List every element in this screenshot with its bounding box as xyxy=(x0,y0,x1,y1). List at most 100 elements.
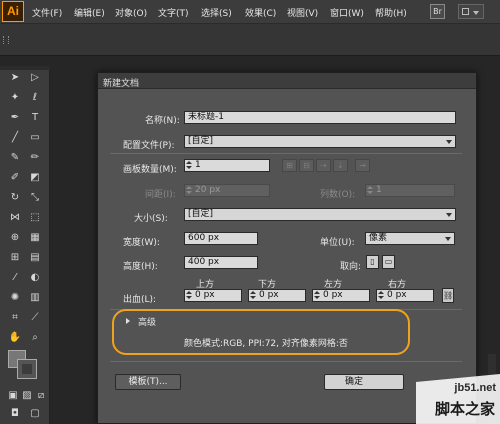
bleed-top-input[interactable]: 0 px xyxy=(184,289,242,302)
watermark-name: 脚本之家 xyxy=(434,400,495,418)
blend-tool-icon[interactable]: ◐ xyxy=(26,270,44,286)
tools-panel: ➤ ▷ ✦ ℓ ✒ T ╱ ▭ ✎ ✏ ✐ ◩ ↻ ⤡ ⋈ ⬚ ⊕ ▦ ⊞ ▤ … xyxy=(0,66,50,424)
column-graph-tool-icon[interactable]: ▥ xyxy=(26,290,44,306)
profile-select[interactable]: [自定] xyxy=(184,135,456,148)
height-label: 高度(H): xyxy=(123,262,158,272)
size-label: 大小(S): xyxy=(134,214,168,224)
mesh-tool-icon[interactable]: ⊞ xyxy=(6,250,24,266)
profile-label: 配置文件(P): xyxy=(123,141,175,151)
eyedropper-tool-icon[interactable]: ⁄ xyxy=(6,270,24,286)
line-tool-icon[interactable]: ╱ xyxy=(6,130,24,146)
bleed-left-input[interactable]: 0 px xyxy=(312,289,370,302)
columns-label: 列数(O): xyxy=(320,190,356,200)
rotate-tool-icon[interactable]: ↻ xyxy=(6,190,24,206)
magic-wand-tool-icon[interactable]: ✦ xyxy=(6,90,24,106)
menu-window[interactable]: 窗口(W) xyxy=(330,6,364,19)
bleed-bottom-value: 0 px xyxy=(259,290,279,300)
hand-tool-icon[interactable]: ✋ xyxy=(6,330,24,346)
width-input[interactable]: 600 px xyxy=(184,232,258,245)
link-chain-icon[interactable]: ⛓ xyxy=(442,288,454,303)
spacing-input: 20 px xyxy=(184,184,270,197)
bleed-left-value: 0 px xyxy=(323,290,343,300)
landscape-orientation-icon[interactable]: ▭ xyxy=(382,255,395,269)
menu-type[interactable]: 文字(T) xyxy=(158,6,189,19)
blob-brush-tool-icon[interactable]: ✐ xyxy=(6,170,24,186)
menu-file[interactable]: 文件(F) xyxy=(32,6,62,19)
height-input[interactable]: 400 px xyxy=(184,256,258,269)
stepper-icon[interactable] xyxy=(250,291,256,300)
menu-object[interactable]: 对象(O) xyxy=(115,6,147,19)
disclosure-triangle-icon[interactable] xyxy=(126,318,130,324)
symbol-sprayer-tool-icon[interactable]: ✺ xyxy=(6,290,24,306)
shape-builder-tool-icon[interactable]: ⊕ xyxy=(6,230,24,246)
panel-grip[interactable] xyxy=(3,36,9,44)
menu-select[interactable]: 选择(S) xyxy=(201,6,232,19)
layout-icon xyxy=(462,8,469,15)
spacing-label: 间距(I): xyxy=(145,190,176,200)
stepper-icon[interactable] xyxy=(378,291,384,300)
watermark: jb51.net 脚本之家 xyxy=(416,374,500,424)
stepper-icon[interactable] xyxy=(314,291,320,300)
arrange-by-column-icon: ⇣ xyxy=(333,159,348,172)
units-label: 单位(U): xyxy=(320,238,355,248)
bleed-right-input[interactable]: 0 px xyxy=(376,289,434,302)
stepper-icon[interactable] xyxy=(186,161,192,170)
dialog-titlebar[interactable]: 新建文档 xyxy=(98,73,476,89)
artboard-tool-icon[interactable]: ⌗ xyxy=(6,310,24,326)
spacing-value: 20 px xyxy=(195,185,221,195)
stepper-icon[interactable] xyxy=(186,291,192,300)
divider xyxy=(110,361,462,362)
orientation-label: 取向: xyxy=(340,262,362,272)
none-mode-icon[interactable]: ⧄ xyxy=(32,388,50,404)
lasso-tool-icon[interactable]: ℓ xyxy=(26,90,44,106)
zoom-tool-icon[interactable]: ⌕ xyxy=(26,330,44,346)
direct-selection-tool-icon[interactable]: ▷ xyxy=(26,70,44,86)
slice-tool-icon[interactable]: ⟋ xyxy=(26,310,44,326)
pen-tool-icon[interactable]: ✒ xyxy=(6,110,24,126)
selection-tool-icon[interactable]: ➤ xyxy=(6,70,24,86)
arrange-documents-button[interactable] xyxy=(458,4,484,19)
divider xyxy=(110,153,462,154)
menu-view[interactable]: 视图(V) xyxy=(287,6,318,19)
stepper-icon xyxy=(367,186,373,195)
menu-effect[interactable]: 效果(C) xyxy=(245,6,276,19)
right-to-left-icon: → xyxy=(355,159,370,172)
menu-help[interactable]: 帮助(H) xyxy=(375,6,407,19)
free-transform-tool-icon[interactable]: ⬚ xyxy=(26,210,44,226)
pencil-tool-icon[interactable]: ✏ xyxy=(26,150,44,166)
width-label: 宽度(W): xyxy=(123,238,160,248)
type-tool-icon[interactable]: T xyxy=(26,110,44,126)
watermark-fold xyxy=(416,374,500,382)
name-input[interactable]: 未标题-1 xyxy=(184,111,456,124)
paintbrush-tool-icon[interactable]: ✎ xyxy=(6,150,24,166)
dialog-title: 新建文档 xyxy=(103,79,140,89)
portrait-orientation-icon[interactable]: ▯ xyxy=(366,255,379,269)
perspective-grid-tool-icon[interactable]: ▦ xyxy=(26,230,44,246)
chevron-down-icon xyxy=(445,237,451,241)
gradient-tool-icon[interactable]: ▤ xyxy=(26,250,44,266)
menu-edit[interactable]: 编辑(E) xyxy=(74,6,105,19)
scale-tool-icon[interactable]: ⤡ xyxy=(26,190,44,206)
bridge-button[interactable]: Br xyxy=(430,4,445,19)
columns-input: 1 xyxy=(365,184,455,197)
eraser-tool-icon[interactable]: ◩ xyxy=(26,170,44,186)
ok-button[interactable]: 确定 xyxy=(324,374,404,390)
units-select[interactable]: 像素 xyxy=(365,232,455,245)
app-logo: Ai xyxy=(2,1,24,22)
width-tool-icon[interactable]: ⋈ xyxy=(6,210,24,226)
artboards-input[interactable]: 1 xyxy=(184,159,270,172)
chevron-down-icon xyxy=(446,213,452,217)
advanced-summary: 颜色模式:RGB, PPI:72, 对齐像素网格:否 xyxy=(184,339,348,349)
fill-stroke-swatches[interactable] xyxy=(8,350,38,380)
columns-value: 1 xyxy=(376,185,382,195)
rectangle-tool-icon[interactable]: ▭ xyxy=(26,130,44,146)
advanced-toggle[interactable]: 高级 xyxy=(138,315,156,328)
templates-button[interactable]: 模板(T)... xyxy=(115,374,181,390)
drawing-mode-icon[interactable]: ◘ xyxy=(6,406,24,422)
grid-by-row-icon: ⊞ xyxy=(282,159,297,172)
bleed-bottom-input[interactable]: 0 px xyxy=(248,289,306,302)
arrange-by-row-icon: ⇢ xyxy=(316,159,331,172)
screen-mode-icon[interactable]: ▢ xyxy=(26,406,44,422)
stroke-swatch[interactable] xyxy=(17,359,37,379)
size-select[interactable]: [自定] xyxy=(184,208,456,221)
